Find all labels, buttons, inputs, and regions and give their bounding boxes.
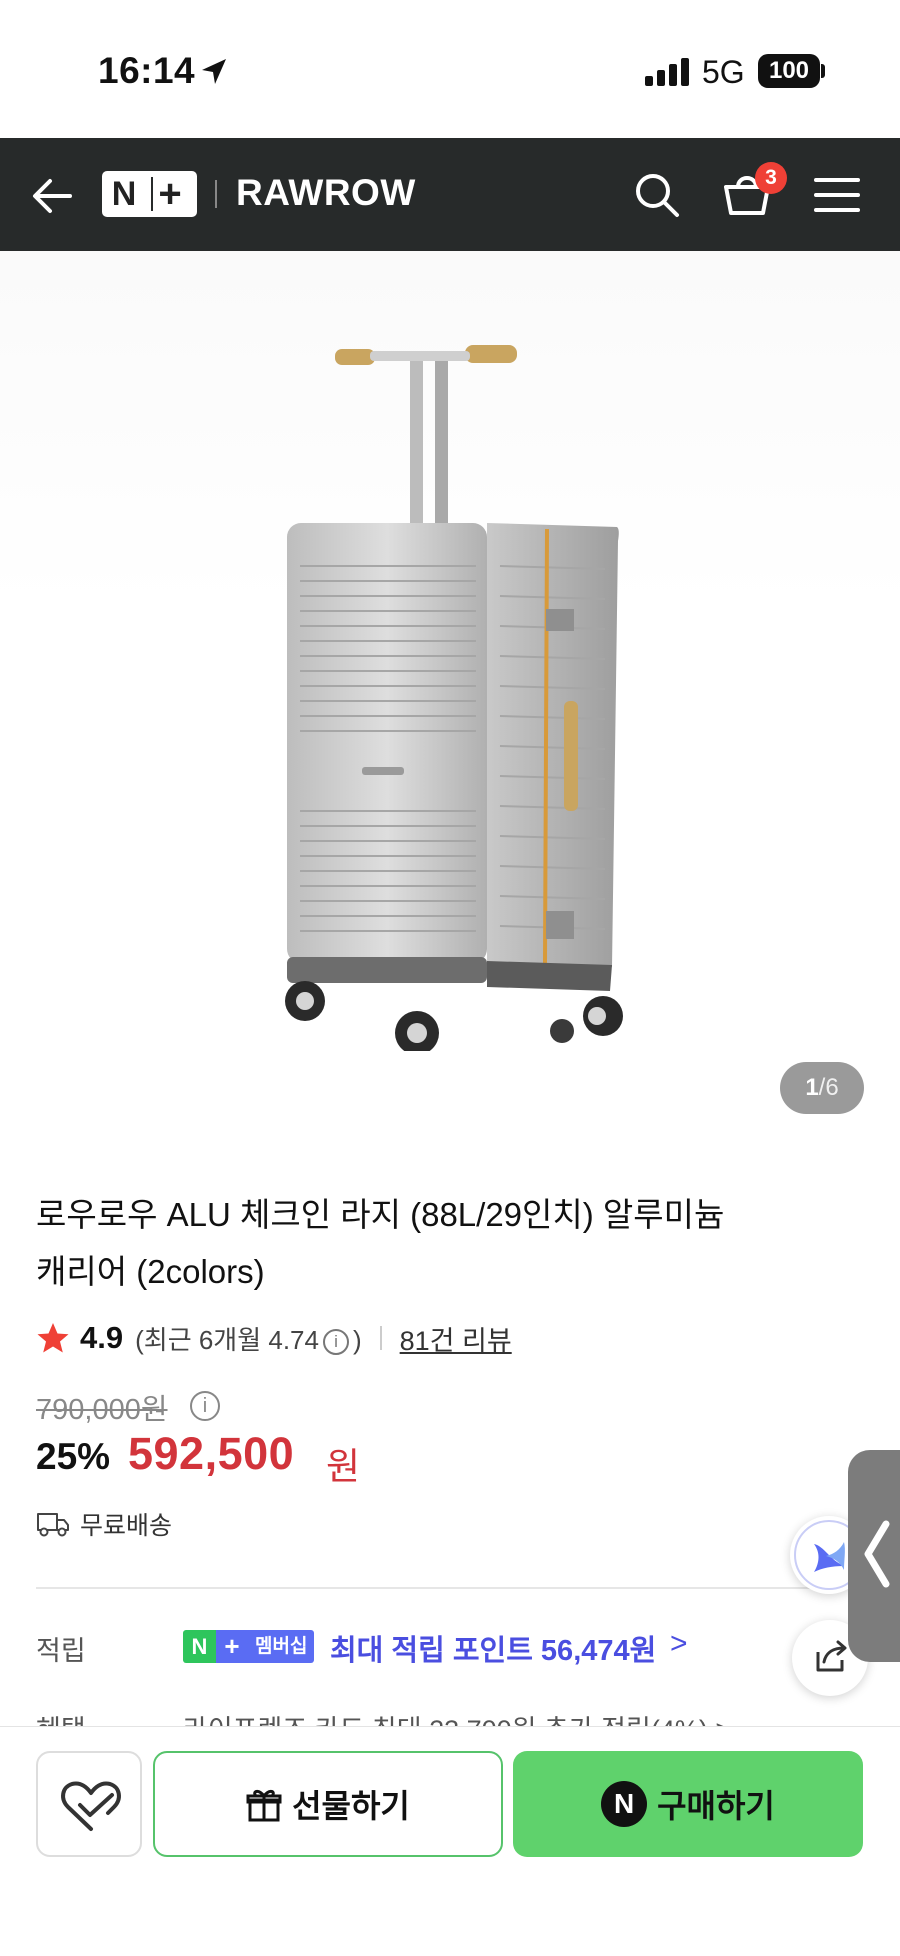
rating-separator (379, 1326, 382, 1350)
truck-icon (37, 1513, 69, 1537)
shipping-text: 무료배송 (80, 1512, 173, 1540)
rating-recent-prefix: (최근 6개월 4.74 (135, 1324, 319, 1355)
max-points-link[interactable]: 최대 적립 포인트 56,474원 (330, 1627, 656, 1669)
gift-button-label: 선물하기 (292, 1788, 410, 1824)
product-title: 로우로우 ALU 체크인 라지 (88L/29인치) 알루미늄 캐리어 (2co… (36, 1186, 796, 1300)
logo-n: N (111, 174, 137, 213)
points-chevron-icon: > (670, 1627, 688, 1660)
side-panel-tab[interactable] (848, 1450, 900, 1662)
membership-badge: N + 멤버십 (183, 1630, 315, 1663)
naver-pay-icon: N (601, 1781, 648, 1827)
back-arrow-icon[interactable] (30, 174, 74, 218)
image-counter: 1/6 (780, 1062, 864, 1114)
logo-separator (151, 177, 153, 211)
original-price: 790,000원 (36, 1394, 168, 1426)
header-divider (215, 180, 217, 208)
rating-info-icon[interactable]: i (322, 1328, 349, 1355)
gift-icon (246, 1789, 282, 1822)
rating-row: 4.9 (최근 6개월 4.74 i) 81건 리뷰 (36, 1316, 512, 1360)
heart-check-icon (61, 1781, 121, 1831)
star-icon (37, 1323, 69, 1353)
status-time: 16:14 (98, 50, 196, 91)
network-type: 5G (702, 54, 745, 90)
product-image-carousel[interactable]: 1/6 (0, 251, 900, 1144)
store-name[interactable]: RAWROW (236, 172, 416, 214)
membership-badge-text: 멤버십 (248, 1630, 315, 1663)
membership-badge-plus: + (216, 1630, 248, 1663)
points-label: 적립 (36, 1636, 86, 1666)
cellular-signal-icon (645, 58, 689, 86)
sale-price-unit: 원 (326, 1446, 361, 1487)
logo-plus: + (158, 171, 182, 216)
price-info-icon[interactable]: i (190, 1391, 220, 1421)
app-header: N + RAWROW 3 (0, 138, 900, 251)
shipping-row: 무료배송 (36, 1506, 172, 1542)
image-counter-current: 1 (805, 1074, 819, 1101)
buy-button-label: 구매하기 (657, 1788, 775, 1824)
rating-recent: (최근 6개월 4.74 i) (135, 1320, 362, 1357)
product-image-suitcase (285, 345, 623, 1051)
rating-recent-suffix: ) (352, 1324, 362, 1355)
chevron-left-icon (864, 1520, 890, 1588)
search-icon[interactable] (633, 171, 681, 219)
discount-rate: 25% (36, 1436, 111, 1477)
image-counter-total: /6 (818, 1074, 839, 1101)
membership-badge-n: N (183, 1630, 216, 1663)
status-bar: 16:14 5G 100 (0, 0, 900, 138)
product-title-line2: 캐리어 (2colors) (36, 1253, 265, 1290)
location-arrow-icon (202, 59, 226, 84)
sale-price: 592,500 (128, 1428, 295, 1479)
menu-icon[interactable] (814, 175, 860, 215)
gift-button[interactable]: 선물하기 (153, 1751, 503, 1857)
naver-plus-logo[interactable]: N + (102, 171, 197, 217)
battery-tip (821, 64, 825, 78)
bottom-action-bar: 선물하기 N 구매하기 (0, 1726, 900, 1956)
wishlist-button[interactable] (36, 1751, 142, 1857)
cart-count-badge: 3 (755, 162, 787, 194)
product-title-line1: 로우로우 ALU 체크인 라지 (88L/29인치) 알루미늄 (36, 1196, 725, 1233)
battery-indicator: 100 (758, 54, 820, 88)
rating-score: 4.9 (80, 1320, 124, 1355)
buy-button[interactable]: N 구매하기 (513, 1751, 863, 1857)
section-divider (36, 1587, 866, 1589)
review-count-link[interactable]: 81건 리뷰 (400, 1319, 512, 1358)
